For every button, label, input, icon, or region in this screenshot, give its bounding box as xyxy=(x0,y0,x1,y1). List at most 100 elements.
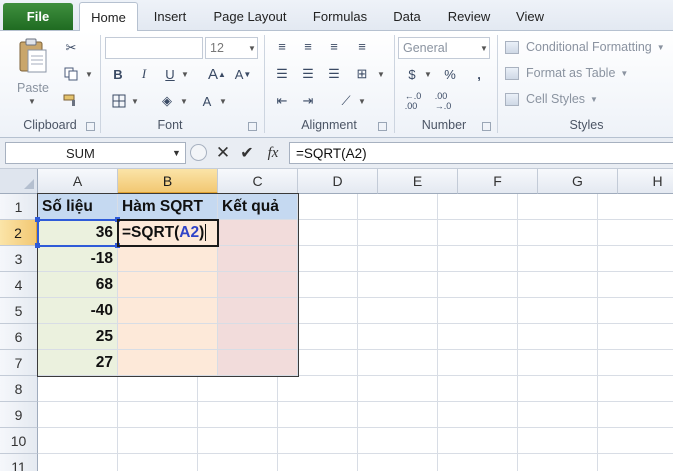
row-header-11[interactable]: 11 xyxy=(0,454,38,471)
row-header-6[interactable]: 6 xyxy=(0,324,38,350)
reference-handle[interactable] xyxy=(35,217,40,222)
currency-dropdown-icon[interactable]: ▼ xyxy=(424,70,432,79)
cell-b2-editing[interactable]: =SQRT(A2) xyxy=(118,220,218,246)
row-header-8[interactable]: 8 xyxy=(0,376,38,402)
cell-a7[interactable]: 27 xyxy=(38,350,118,376)
conditional-formatting-button[interactable]: Conditional Formatting ▼ xyxy=(505,37,665,57)
align-left-icon[interactable]: ☰ xyxy=(272,65,292,83)
formula-input[interactable]: =SQRT(A2) xyxy=(289,142,673,164)
number-format-combo[interactable]: General ▼ xyxy=(398,37,490,59)
cell-c2[interactable] xyxy=(218,220,298,246)
percent-icon[interactable]: % xyxy=(442,65,458,83)
column-header-g[interactable]: G xyxy=(538,169,618,194)
borders-dropdown-icon[interactable]: ▼ xyxy=(131,97,139,106)
currency-icon[interactable]: $ xyxy=(404,65,420,83)
cell-a3[interactable]: -18 xyxy=(38,246,118,272)
insert-function-icon[interactable]: fx xyxy=(262,142,284,164)
select-all-corner[interactable] xyxy=(0,169,38,194)
tab-insert[interactable]: Insert xyxy=(143,2,197,31)
row-header-9[interactable]: 9 xyxy=(0,402,38,428)
cell-c4[interactable] xyxy=(218,272,298,298)
clipboard-launcher-icon[interactable] xyxy=(86,122,95,131)
format-painter-icon[interactable] xyxy=(62,91,80,109)
row-header-3[interactable]: 3 xyxy=(0,246,38,272)
cell-c3[interactable] xyxy=(218,246,298,272)
decrease-indent-icon[interactable]: ⇤ xyxy=(272,92,292,110)
cell-b1[interactable]: Hàm SQRT xyxy=(118,194,218,220)
cell-a4[interactable]: 68 xyxy=(38,272,118,298)
italic-icon[interactable]: I xyxy=(136,65,152,83)
cut-icon[interactable]: ✂ xyxy=(62,39,80,57)
tab-home[interactable]: Home xyxy=(79,2,138,32)
orientation-icon[interactable]: ≡ xyxy=(352,37,372,55)
column-header-c[interactable]: C xyxy=(218,169,298,194)
increase-decimal-icon[interactable]: ←.0.00 xyxy=(402,91,424,111)
comma-icon[interactable]: , xyxy=(471,65,487,83)
row-header-4[interactable]: 4 xyxy=(0,272,38,298)
number-launcher-icon[interactable] xyxy=(482,122,491,131)
column-header-a[interactable]: A xyxy=(38,169,118,194)
alignment-launcher-icon[interactable] xyxy=(378,122,387,131)
format-as-table-button[interactable]: Format as Table ▼ xyxy=(505,63,628,83)
cell-c6[interactable] xyxy=(218,324,298,350)
column-header-f[interactable]: F xyxy=(458,169,538,194)
cell-b5[interactable] xyxy=(118,298,218,324)
name-box[interactable]: SUM ▼ xyxy=(5,142,186,164)
shrink-font-icon[interactable]: A ▼ xyxy=(232,65,254,83)
merge-dropdown-icon[interactable]: ▼ xyxy=(377,70,385,79)
column-header-e[interactable]: E xyxy=(378,169,458,194)
formula-bar-grip[interactable] xyxy=(190,144,207,161)
bold-icon[interactable]: B xyxy=(110,65,126,83)
merge-center-icon[interactable]: ⊞ xyxy=(352,65,372,83)
cell-b6[interactable] xyxy=(118,324,218,350)
align-right-icon[interactable]: ☰ xyxy=(324,65,344,83)
tab-data[interactable]: Data xyxy=(385,2,429,31)
cell-a5[interactable]: -40 xyxy=(38,298,118,324)
cell-b3[interactable] xyxy=(118,246,218,272)
fill-color-dropdown-icon[interactable]: ▼ xyxy=(180,97,188,106)
cell-b4[interactable] xyxy=(118,272,218,298)
tab-view[interactable]: View xyxy=(507,2,553,31)
cell-b7[interactable] xyxy=(118,350,218,376)
increase-indent-icon[interactable]: ⇥ xyxy=(298,92,318,110)
column-header-b[interactable]: B xyxy=(118,169,218,194)
copy-icon[interactable] xyxy=(62,65,80,83)
row-header-10[interactable]: 10 xyxy=(0,428,38,454)
orientation-dropdown-icon[interactable]: ▼ xyxy=(358,97,366,106)
row-header-2[interactable]: 2 xyxy=(0,220,38,246)
font-color-dropdown-icon[interactable]: ▼ xyxy=(219,97,227,106)
align-top-icon[interactable]: ≡ xyxy=(272,37,292,55)
grow-font-icon[interactable]: A ▲ xyxy=(206,65,228,83)
font-color-icon[interactable]: A xyxy=(198,92,216,110)
cell-c7[interactable] xyxy=(218,350,298,376)
font-launcher-icon[interactable] xyxy=(248,122,257,131)
reference-handle[interactable] xyxy=(115,217,120,222)
align-bottom-icon[interactable]: ≡ xyxy=(324,37,344,55)
column-header-d[interactable]: D xyxy=(298,169,378,194)
chevron-down-icon[interactable]: ▼ xyxy=(172,148,181,158)
paste-button[interactable]: Paste ▼ xyxy=(8,35,58,106)
font-name-combo[interactable] xyxy=(105,37,203,59)
tab-file[interactable]: File xyxy=(3,3,73,30)
underline-icon[interactable]: U xyxy=(162,65,178,83)
borders-icon[interactable] xyxy=(110,92,128,110)
fill-color-icon[interactable]: ◈ xyxy=(158,92,176,110)
align-middle-icon[interactable]: ≡ xyxy=(298,37,318,55)
align-center-icon[interactable]: ☰ xyxy=(298,65,318,83)
cancel-icon[interactable]: ✕ xyxy=(214,142,232,164)
reference-handle[interactable] xyxy=(115,243,120,248)
cell-a1[interactable]: Số liệu xyxy=(38,194,118,220)
tab-page-layout[interactable]: Page Layout xyxy=(205,2,295,31)
cell-a6[interactable]: 25 xyxy=(38,324,118,350)
column-header-h[interactable]: H xyxy=(618,169,673,194)
cell-styles-button[interactable]: Cell Styles ▼ xyxy=(505,89,598,109)
cell-c5[interactable] xyxy=(218,298,298,324)
row-header-1[interactable]: 1 xyxy=(0,194,38,220)
enter-icon[interactable]: ✔ xyxy=(238,142,256,164)
decrease-decimal-icon[interactable]: .00 →.0 xyxy=(432,91,454,111)
cell-c1[interactable]: Kết quả xyxy=(218,194,298,220)
copy-dropdown-icon[interactable]: ▼ xyxy=(85,70,93,79)
tab-review[interactable]: Review xyxy=(440,2,498,31)
font-size-combo[interactable]: 12 ▼ xyxy=(205,37,258,59)
text-orientation-icon[interactable]: ⟋ xyxy=(336,92,356,110)
